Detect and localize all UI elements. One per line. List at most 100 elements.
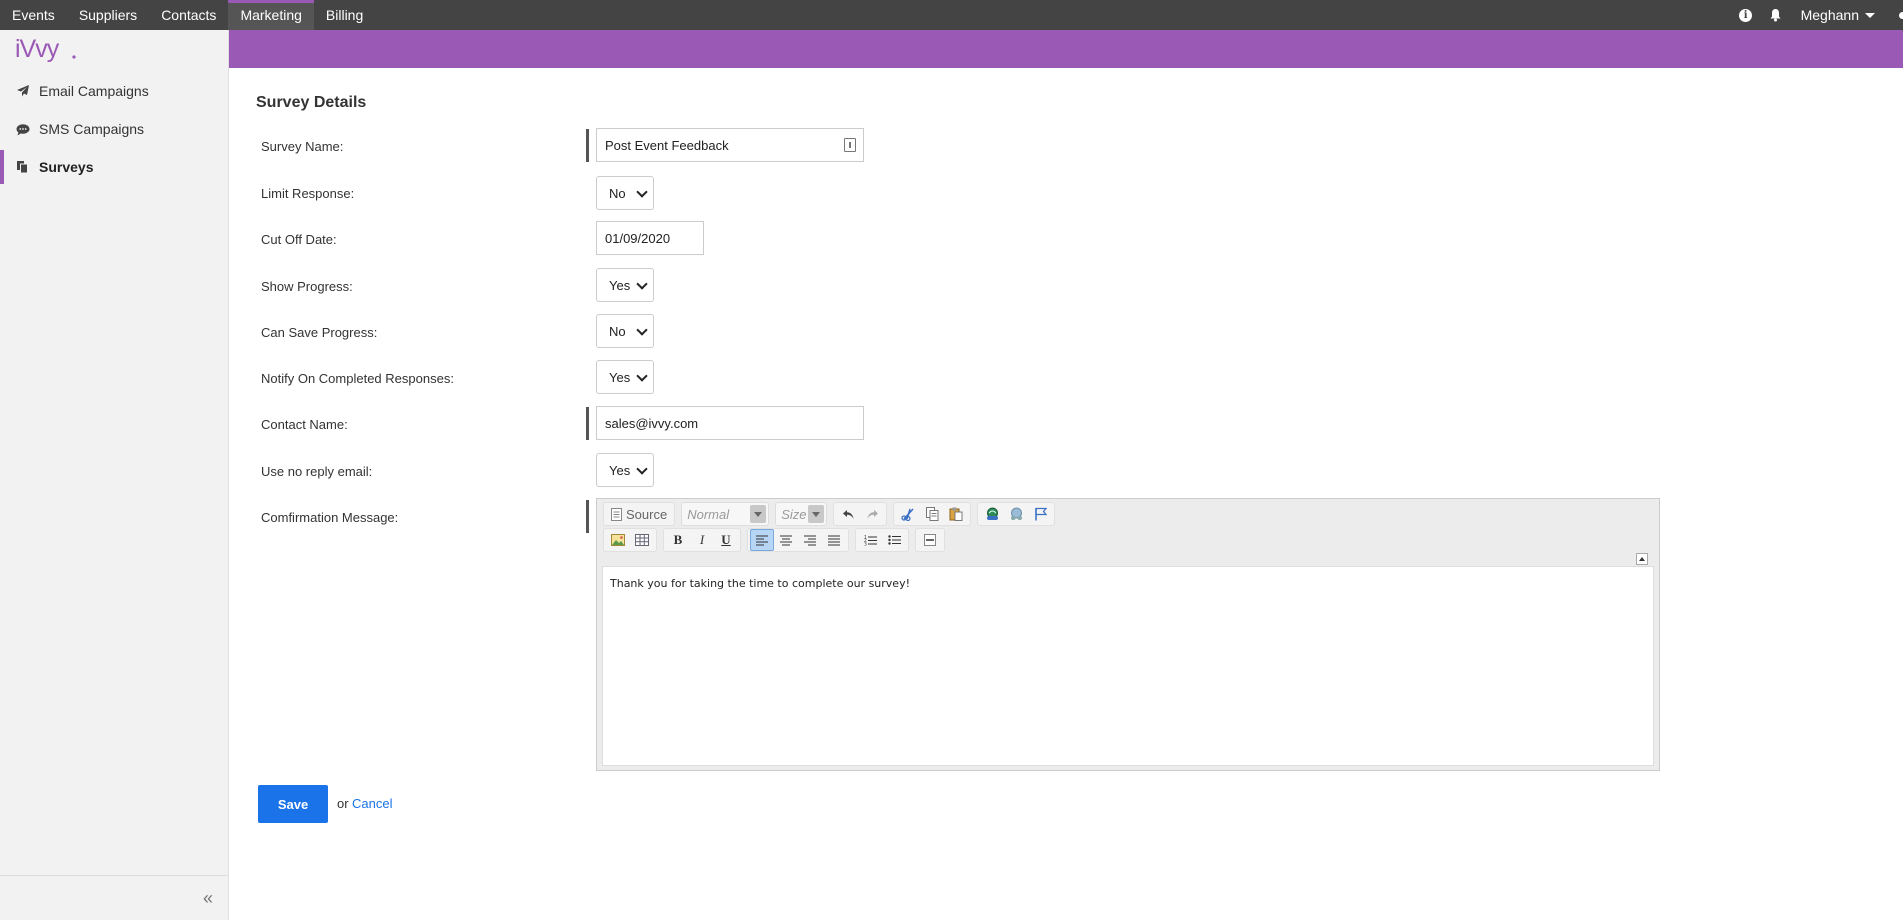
chevron-down-icon [636,278,648,290]
nav-billing[interactable]: Billing [314,0,375,30]
flag-icon [1034,507,1047,521]
rule-group [915,528,945,552]
align-right-icon [804,535,816,545]
can-save-progress-select[interactable]: No [596,314,654,348]
save-button[interactable]: Save [258,785,328,823]
notify-completed-select[interactable]: Yes [596,360,654,394]
editor-content[interactable]: Thank you for taking the time to complet… [602,566,1654,766]
copy-button[interactable] [920,503,944,525]
undo-button[interactable] [836,503,860,525]
confirmation-message-label: Comfirmation Message: [261,510,399,525]
cancel-link[interactable]: Cancel [352,796,392,811]
required-indicator [586,500,589,533]
or-text: or [337,796,349,811]
nav-suppliers[interactable]: Suppliers [67,0,149,30]
svg-text:iVvy: iVvy [15,36,60,63]
paper-plane-icon [15,84,30,99]
horizontal-rule-button[interactable] [918,529,942,551]
settings-icon[interactable] [1889,0,1903,30]
ivvy-logo: iVvy [15,36,76,63]
editor-toolbar-row-1: Source Normal Size [603,501,1061,527]
align-right-button[interactable] [798,529,822,551]
survey-name-input[interactable] [596,128,864,162]
survey-name-label: Survey Name: [261,139,344,154]
cut-button[interactable] [896,503,920,525]
top-right-tools: i Meghann [1731,0,1903,30]
copy-document-icon [15,160,30,175]
redo-button[interactable] [860,503,884,525]
format-placeholder: Normal [687,506,730,522]
info-button[interactable]: i [1731,0,1761,30]
chevron-down-icon [750,505,767,523]
cut-off-date-input[interactable] [596,221,704,255]
undo-icon [842,509,854,519]
format-combo[interactable]: Normal [681,502,770,526]
use-no-reply-select[interactable]: Yes [596,453,654,487]
limit-response-label: Limit Response: [261,186,355,201]
bell-icon [1770,9,1781,22]
can-save-progress-label: Can Save Progress: [261,325,378,340]
sidebar-item-surveys[interactable]: Surveys [0,148,228,186]
chat-bubble-icon [15,122,30,137]
justify-button[interactable] [822,529,846,551]
numbered-list-button[interactable]: 123 [858,529,882,551]
page-title: Survey Details [256,94,367,111]
chevron-down-icon [636,463,648,475]
sidebar-footer: « [0,875,228,920]
info-icon: i [1739,8,1753,22]
underline-button[interactable]: U [714,529,738,551]
paste-button[interactable] [944,503,968,525]
size-combo[interactable]: Size [775,502,828,526]
unlink-button[interactable] [1004,503,1028,525]
select-value: Yes [609,369,631,385]
align-left-icon [756,535,768,545]
collapse-sidebar-button[interactable]: « [203,888,213,909]
select-value: Yes [609,277,631,293]
header-band [229,30,1903,68]
show-progress-select[interactable]: Yes [596,268,654,302]
link-icon [986,507,998,520]
sidebar-nav: Email Campaigns SMS Campaigns Surveys [0,72,228,186]
sidebar-item-email-campaigns[interactable]: Email Campaigns [0,72,228,110]
field-info-icon[interactable] [844,138,856,152]
source-button[interactable]: Source [606,503,672,525]
justify-icon [828,535,840,545]
user-menu[interactable]: Meghann [1791,7,1889,23]
align-left-button[interactable] [750,529,774,551]
sidebar: iVvy Email Campaigns SMS Campaigns Surve… [0,30,229,920]
italic-icon: I [699,532,705,547]
bulleted-list-icon [887,535,901,545]
contact-name-input[interactable] [596,406,864,440]
align-center-icon [780,535,792,545]
nav-contacts[interactable]: Contacts [149,0,228,30]
unlink-icon [1010,507,1022,520]
main-content: Survey Details Survey Name: Limit Respon… [229,68,1903,920]
nav-marketing[interactable]: Marketing [228,0,315,30]
nav-events[interactable]: Events [0,0,67,30]
sidebar-item-sms-campaigns[interactable]: SMS Campaigns [0,110,228,148]
notify-completed-label: Notify On Completed Responses: [261,371,454,386]
top-bar: Events Suppliers Contacts Marketing Bill… [0,0,1903,30]
paste-icon [949,507,963,521]
chevron-down-icon [636,370,648,382]
anchor-button[interactable] [1028,503,1052,525]
copy-icon [925,507,939,521]
italic-button[interactable]: I [690,529,714,551]
svg-text:3: 3 [864,542,867,547]
bulleted-list-button[interactable] [882,529,906,551]
notifications-button[interactable] [1761,0,1791,30]
limit-response-select[interactable]: No [596,176,654,210]
triangle-up-icon [1639,557,1645,561]
collapse-toolbar-button[interactable] [1636,553,1648,565]
chevron-down-icon [636,186,648,198]
table-button[interactable] [630,529,654,551]
bold-button[interactable]: B [666,529,690,551]
user-name: Meghann [1800,7,1859,23]
image-icon [611,534,625,546]
sidebar-item-label: Email Campaigns [39,83,149,99]
rich-text-editor: Source Normal Size B I U 1 2 3 Thank you… [596,498,1660,771]
size-placeholder: Size [781,506,807,522]
align-center-button[interactable] [774,529,798,551]
image-button[interactable] [606,529,630,551]
link-button[interactable] [980,503,1004,525]
